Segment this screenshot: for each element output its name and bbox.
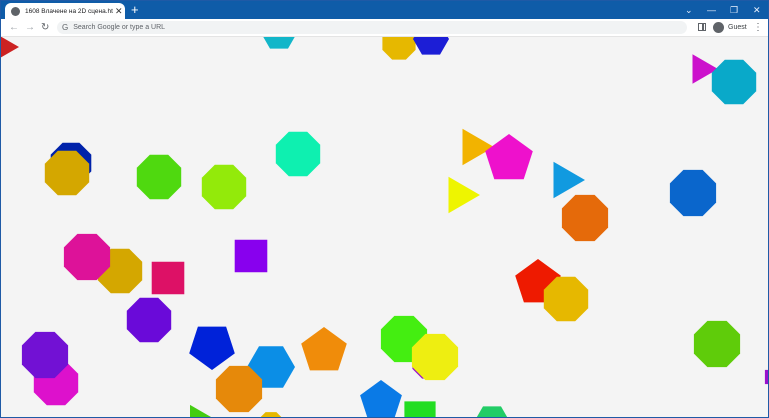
address-placeholder: Search Google or type a URL (73, 24, 166, 31)
restore-button[interactable]: ❐ (730, 2, 738, 18)
octagon-shape-18[interactable] (63, 233, 111, 281)
pentagon-shape-12[interactable] (485, 134, 533, 180)
octagon-shape-16[interactable] (561, 194, 609, 242)
octagon-shape-33[interactable] (693, 320, 741, 368)
minimize-button[interactable]: — (707, 2, 716, 18)
octagon-shape-22[interactable] (543, 276, 589, 322)
octagon-shape-7[interactable] (44, 150, 90, 196)
globe-icon (11, 6, 20, 16)
toolbar: ← → ↻ G Search Google or type a URL Gues… (1, 19, 768, 37)
pentagon-shape-26[interactable] (301, 327, 347, 371)
triangle-shape-37[interactable] (190, 404, 211, 417)
triangle-shape-0[interactable] (1, 37, 19, 59)
pentagon-shape-24[interactable] (189, 326, 235, 370)
triangle-shape-14[interactable] (448, 176, 481, 214)
title-bar: 1608 Влачене на 2D сцена.html ✕ + ⌄ — ❐ … (1, 1, 768, 19)
octagon-shape-38[interactable] (258, 412, 284, 417)
profile-avatar-icon[interactable] (713, 22, 724, 33)
back-button[interactable]: ← (9, 19, 19, 36)
hexagon-shape-36[interactable] (474, 406, 510, 417)
hexagon-shape-3[interactable] (413, 37, 449, 55)
octagon-shape-23[interactable] (126, 297, 172, 343)
forward-button[interactable]: → (25, 19, 35, 36)
menu-icon[interactable]: ⋮ (753, 19, 763, 36)
square-shape-19[interactable] (151, 261, 185, 295)
octagon-shape-5[interactable] (711, 59, 757, 105)
google-icon: G (62, 23, 69, 32)
square-shape-39[interactable] (764, 369, 768, 385)
address-bar[interactable]: G Search Google or type a URL (57, 21, 687, 34)
scene-canvas[interactable] (1, 37, 768, 417)
octagon-shape-15[interactable] (669, 169, 717, 217)
octagon-shape-28[interactable] (21, 331, 69, 379)
octagon-shape-32[interactable] (411, 333, 459, 381)
tab-title: 1608 Влачене на 2D сцена.html (25, 7, 113, 15)
tab-search-icon[interactable]: ⌄ (685, 2, 693, 18)
hexagon-shape-1[interactable] (261, 37, 297, 49)
side-panel-icon[interactable] (698, 23, 706, 31)
octagon-shape-2[interactable] (382, 37, 416, 60)
new-tab-button[interactable]: + (131, 2, 139, 18)
triangle-shape-13[interactable] (553, 161, 586, 199)
profile-label[interactable]: Guest (728, 19, 747, 36)
square-shape-20[interactable] (234, 239, 268, 273)
browser-tab[interactable]: 1608 Влачене на 2D сцена.html ✕ (5, 3, 125, 19)
tab-close-button[interactable]: ✕ (115, 6, 123, 16)
octagon-shape-8[interactable] (136, 154, 182, 200)
octagon-shape-10[interactable] (275, 131, 321, 177)
pentagon-shape-34[interactable] (360, 380, 402, 417)
browser-window: 1608 Влачене на 2D сцена.html ✕ + ⌄ — ❐ … (0, 0, 769, 418)
square-shape-35[interactable] (404, 401, 436, 417)
octagon-shape-29[interactable] (215, 365, 263, 413)
reload-button[interactable]: ↻ (41, 19, 49, 36)
close-window-button[interactable]: ✕ (753, 2, 761, 18)
octagon-shape-9[interactable] (201, 164, 247, 210)
